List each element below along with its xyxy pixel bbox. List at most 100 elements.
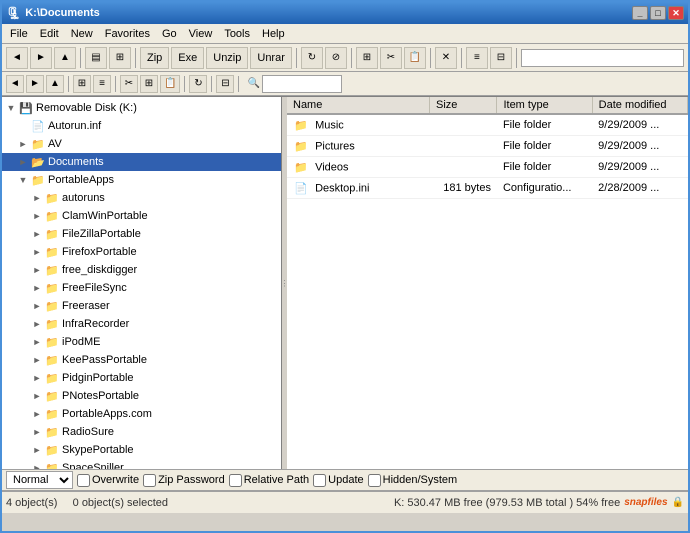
overwrite-checkbox[interactable]: Overwrite — [77, 474, 139, 487]
hidden-system-checkbox[interactable]: Hidden/System — [368, 474, 458, 487]
file-name: 📁 Music — [287, 114, 429, 136]
delete-btn[interactable]: ✕ — [435, 47, 457, 69]
tree-item-portableappscom[interactable]: ► 📁 PortableApps.com — [2, 405, 281, 423]
col-header-name[interactable]: Name — [287, 97, 429, 114]
paste-addr-btn[interactable]: 📋 — [160, 75, 180, 93]
expand-icon: ► — [30, 263, 44, 277]
table-row[interactable]: 📁 Videos File folder 9/29/2009 ... — [287, 157, 688, 178]
menu-go[interactable]: Go — [156, 26, 183, 42]
toolbar: ◄ ► ▲ ▤ ⊞ Zip Exe Unzip Unrar ↻ ⊘ ⊞ ✂ 📋 … — [2, 44, 688, 72]
expand-icon: ► — [30, 191, 44, 205]
expand-icon: ► — [30, 227, 44, 241]
views-btn2[interactable]: ⊞ — [109, 47, 131, 69]
relative-path-checkbox[interactable]: Relative Path — [229, 474, 309, 487]
file-size — [429, 136, 496, 157]
menu-edit[interactable]: Edit — [34, 26, 65, 42]
unrar-button[interactable]: Unrar — [250, 47, 292, 69]
zip-button[interactable]: Zip — [140, 47, 169, 69]
tree-item-radiosure[interactable]: ► 📁 RadioSure — [2, 423, 281, 441]
path-list-btn[interactable]: ≡ — [93, 75, 111, 93]
col-header-size[interactable]: Size — [429, 97, 496, 114]
hidden-system-check[interactable] — [368, 474, 381, 487]
hidden-system-label: Hidden/System — [383, 474, 458, 486]
tree-item-pnotes[interactable]: ► 📁 PNotesPortable — [2, 387, 281, 405]
relative-path-check[interactable] — [229, 474, 242, 487]
tree-item-firefox[interactable]: ► 📁 FirefoxPortable — [2, 243, 281, 261]
expand-icon: ► — [30, 425, 44, 439]
tree-item-documents[interactable]: ► 📂 Documents — [2, 153, 281, 171]
expand-icon: ► — [30, 389, 44, 403]
views-btn1[interactable]: ▤ — [85, 47, 107, 69]
tree-item-keepass[interactable]: ► 📁 KeePassPortable — [2, 351, 281, 369]
menu-file[interactable]: File — [4, 26, 34, 42]
close-button[interactable]: ✕ — [668, 6, 684, 20]
menu-tools[interactable]: Tools — [218, 26, 256, 42]
menu-favorites[interactable]: Favorites — [99, 26, 156, 42]
tree-item-ipodme[interactable]: ► 📁 iPodME — [2, 333, 281, 351]
expand-icon: ► — [30, 317, 44, 331]
table-row[interactable]: 📄 Desktop.ini 181 bytes Configuratio... … — [287, 178, 688, 199]
zip-password-check[interactable] — [143, 474, 156, 487]
update-check[interactable] — [313, 474, 326, 487]
file-type: Configuratio... — [497, 178, 592, 199]
cut-addr-btn[interactable]: ✂ — [120, 75, 138, 93]
tree-item-drive[interactable]: ▼ 💾 Removable Disk (K:) — [2, 99, 281, 117]
tree-item-skype[interactable]: ► 📁 SkypePortable — [2, 441, 281, 459]
tree-label: FileZillaPortable — [62, 228, 141, 240]
tree-item-spacesniller[interactable]: ► 📁 SpaceSniller — [2, 459, 281, 469]
zip-password-checkbox[interactable]: Zip Password — [143, 474, 225, 487]
tree-item-diskdigger[interactable]: ► 📁 free_diskdigger — [2, 261, 281, 279]
menu-view[interactable]: View — [183, 26, 219, 42]
sep1 — [80, 48, 81, 68]
address-input[interactable] — [262, 75, 342, 93]
tree-item-infrarecorder[interactable]: ► 📁 InfraRecorder — [2, 315, 281, 333]
copy-addr-btn[interactable]: ⊞ — [140, 75, 158, 93]
copy-btn[interactable]: ⊞ — [356, 47, 378, 69]
paste-btn[interactable]: 📋 — [404, 47, 426, 69]
minimize-button[interactable]: _ — [632, 6, 648, 20]
up-button[interactable]: ▲ — [54, 47, 76, 69]
sep2 — [135, 48, 136, 68]
tree-item-filezilla[interactable]: ► 📁 FileZillaPortable — [2, 225, 281, 243]
tree-panel: ▼ 💾 Removable Disk (K:) 📄 Autorun.inf ► … — [2, 97, 282, 469]
overwrite-check[interactable] — [77, 474, 90, 487]
col-header-type[interactable]: Item type — [497, 97, 592, 114]
forward-addr-btn[interactable]: ► — [26, 75, 44, 93]
mode-select[interactable]: Normal Add Move Update Freshen Extract T… — [6, 471, 73, 489]
unzip-button[interactable]: Unzip — [206, 47, 248, 69]
refresh-addr-btn[interactable]: ↻ — [189, 75, 207, 93]
tree-item-freeraser[interactable]: ► 📁 Freeraser — [2, 297, 281, 315]
detail-view-btn[interactable]: ⊟ — [490, 47, 512, 69]
table-row[interactable]: 📁 Music File folder 9/29/2009 ... — [287, 114, 688, 136]
view-mode-btn[interactable]: ⊟ — [216, 75, 234, 93]
list-view-btn[interactable]: ≡ — [466, 47, 488, 69]
refresh-btn[interactable]: ↻ — [301, 47, 323, 69]
search-input[interactable] — [521, 49, 684, 67]
menu-new[interactable]: New — [65, 26, 99, 42]
stop-btn[interactable]: ⊘ — [325, 47, 347, 69]
bottom-toolbar: Normal Add Move Update Freshen Extract T… — [2, 469, 688, 491]
tree-item-portableapps[interactable]: ▼ 📁 PortableApps — [2, 171, 281, 189]
folder-icon: 📁 — [30, 172, 46, 188]
exe-button[interactable]: Exe — [171, 47, 204, 69]
tree-item-autoruns[interactable]: ► 📁 autoruns — [2, 189, 281, 207]
tree-item-clamwin[interactable]: ► 📁 ClamWinPortable — [2, 207, 281, 225]
tree-label: Removable Disk (K:) — [36, 102, 137, 114]
maximize-button[interactable]: □ — [650, 6, 666, 20]
cut-btn[interactable]: ✂ — [380, 47, 402, 69]
tree-item-autorun[interactable]: 📄 Autorun.inf — [2, 117, 281, 135]
table-row[interactable]: 📁 Pictures File folder 9/29/2009 ... — [287, 136, 688, 157]
back-button[interactable]: ◄ — [6, 47, 28, 69]
back-addr-btn[interactable]: ◄ — [6, 75, 24, 93]
col-header-date[interactable]: Date modified — [592, 97, 687, 114]
tree-item-av[interactable]: ► 📁 AV — [2, 135, 281, 153]
path-views-btn[interactable]: ⊞ — [73, 75, 91, 93]
menu-help[interactable]: Help — [256, 26, 291, 42]
tree-label: PortableApps — [48, 174, 114, 186]
forward-button[interactable]: ► — [30, 47, 52, 69]
up-addr-btn[interactable]: ▲ — [46, 75, 64, 93]
tree-item-pidgin[interactable]: ► 📁 PidginPortable — [2, 369, 281, 387]
update-checkbox[interactable]: Update — [313, 474, 363, 487]
expand-icon: ► — [30, 245, 44, 259]
tree-item-freefilesync[interactable]: ► 📁 FreeFileSync — [2, 279, 281, 297]
